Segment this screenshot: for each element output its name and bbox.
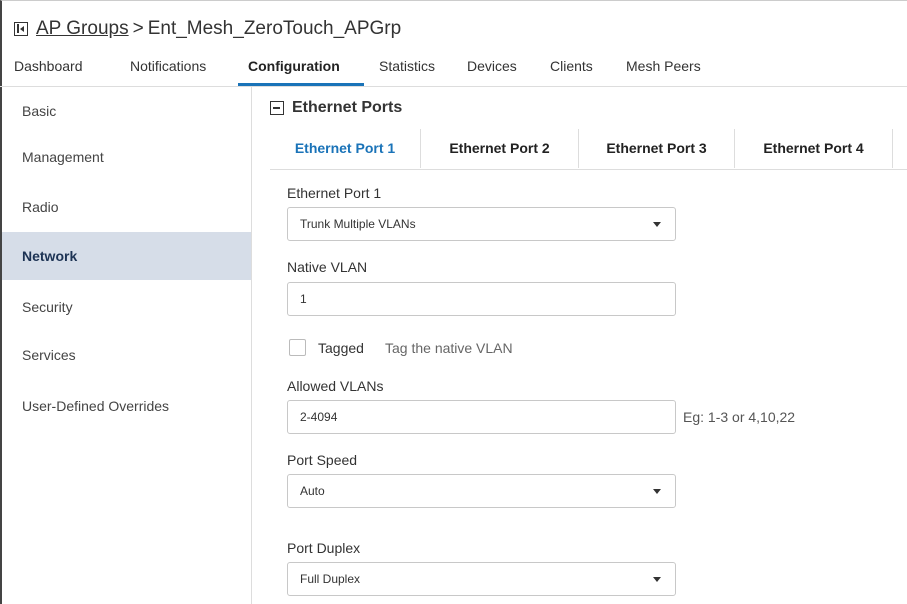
tab-notifications[interactable]: Notifications [130, 58, 206, 74]
allowed-vlans-input[interactable]: 2-4094 [287, 400, 676, 434]
tab-statistics[interactable]: Statistics [379, 58, 435, 74]
breadcrumb-separator: > [132, 18, 144, 39]
collapse-minus-icon[interactable] [270, 101, 284, 115]
sidebar-item-basic[interactable]: Basic [2, 87, 251, 135]
port-tab-4[interactable]: Ethernet Port 4 [735, 129, 893, 168]
port-speed-select[interactable]: Auto [287, 474, 676, 508]
sidebar-item-user-defined-overrides[interactable]: User-Defined Overrides [2, 382, 251, 430]
tagged-label: Tagged [318, 340, 364, 356]
sidebar-item-radio[interactable]: Radio [2, 183, 251, 231]
tab-clients[interactable]: Clients [550, 58, 593, 74]
sidebar: Basic Management Radio Network Security … [2, 87, 252, 604]
port-tab-2[interactable]: Ethernet Port 2 [421, 129, 579, 168]
port-duplex-label: Port Duplex [287, 540, 361, 556]
sidebar-item-security[interactable]: Security [2, 283, 251, 331]
chevron-down-icon [653, 489, 661, 494]
active-tab-indicator [238, 83, 364, 86]
top-tab-bar: Dashboard Notifications Configuration St… [0, 52, 907, 87]
section-title: Ethernet Ports [292, 99, 403, 116]
ethernet-port-mode-value: Trunk Multiple VLANs [300, 217, 416, 231]
page-title: Ent_Mesh_ZeroTouch_APGrp [147, 18, 402, 39]
sidebar-item-management[interactable]: Management [2, 133, 251, 181]
tagged-checkbox[interactable] [289, 339, 306, 356]
tab-devices[interactable]: Devices [467, 58, 517, 74]
port-tab-bar: Ethernet Port 1 Ethernet Port 2 Ethernet… [270, 129, 907, 170]
allowed-vlans-label: Allowed VLANs [287, 378, 384, 394]
chevron-down-icon [653, 222, 661, 227]
native-vlan-label: Native VLAN [287, 259, 368, 275]
sidebar-item-services[interactable]: Services [2, 331, 251, 379]
breadcrumb-ap-groups-link[interactable]: AP Groups [36, 18, 129, 40]
section-header[interactable]: Ethernet Ports [270, 99, 402, 117]
sidebar-item-network[interactable]: Network [2, 232, 251, 280]
tab-dashboard[interactable]: Dashboard [14, 58, 83, 74]
chevron-down-icon [653, 577, 661, 582]
allowed-vlans-hint: Eg: 1-3 or 4,10,22 [683, 409, 796, 425]
native-vlan-value: 1 [300, 292, 307, 306]
breadcrumb: AP Groups > Ent_Mesh_ZeroTouch_APGrp [10, 14, 401, 44]
ethernet-port-label: Ethernet Port 1 [287, 185, 382, 201]
ethernet-port-mode-select[interactable]: Trunk Multiple VLANs [287, 207, 676, 241]
port-speed-value: Auto [300, 484, 325, 498]
collapse-sidebar-icon[interactable] [14, 22, 28, 36]
port-speed-label: Port Speed [287, 452, 358, 468]
native-vlan-input[interactable]: 1 [287, 282, 676, 316]
tagged-hint: Tag the native VLAN [385, 340, 513, 356]
tab-mesh-peers[interactable]: Mesh Peers [626, 58, 701, 74]
port-tab-3[interactable]: Ethernet Port 3 [579, 129, 735, 168]
tab-configuration[interactable]: Configuration [248, 58, 340, 74]
port-duplex-select[interactable]: Full Duplex [287, 562, 676, 596]
port-duplex-value: Full Duplex [300, 572, 361, 586]
allowed-vlans-value: 2-4094 [300, 410, 338, 424]
port-tab-1[interactable]: Ethernet Port 1 [270, 129, 421, 168]
